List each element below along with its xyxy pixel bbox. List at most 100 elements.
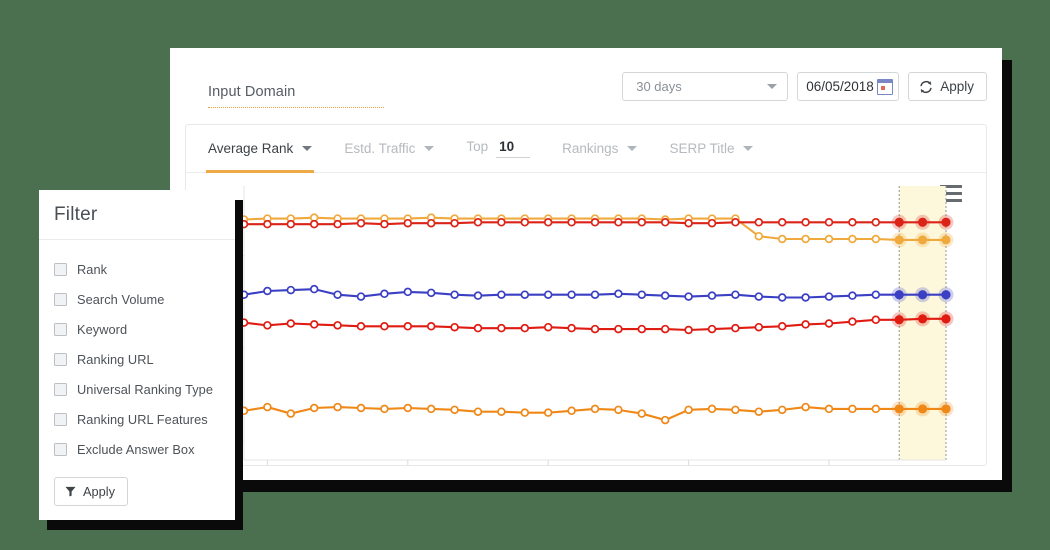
series-point <box>590 218 600 227</box>
series-point <box>380 219 389 229</box>
series-point <box>871 404 881 414</box>
filter-option-ranking-url[interactable]: Ranking URL <box>54 344 235 374</box>
top-rank-input[interactable]: 10 <box>496 139 531 158</box>
series-point <box>497 323 506 333</box>
series-point <box>356 403 366 413</box>
series-point <box>286 409 296 418</box>
series-point <box>543 408 553 417</box>
series-point <box>824 319 834 328</box>
series-point <box>333 402 342 412</box>
series-point <box>660 415 670 425</box>
series-point <box>520 290 530 299</box>
series-point <box>263 219 272 229</box>
tab-estd-traffic-label: Estd. Traffic <box>344 141 416 156</box>
series-point <box>403 218 413 228</box>
series-point <box>590 290 600 299</box>
series-point <box>473 407 483 416</box>
apply-button[interactable]: Apply <box>908 72 987 101</box>
series-point <box>473 218 483 227</box>
calendar-icon[interactable] <box>877 78 894 95</box>
filter-option-exclude-answer-box[interactable]: Exclude Answer Box <box>54 434 235 464</box>
chart-series-5 <box>239 401 954 425</box>
series-point <box>754 407 764 416</box>
series-point <box>450 290 459 299</box>
tab-estd-traffic[interactable]: Estd. Traffic <box>344 126 435 172</box>
series-point <box>894 290 904 300</box>
series-point <box>309 403 319 413</box>
series-point <box>263 321 272 330</box>
series-point <box>309 284 319 294</box>
series-point <box>543 322 553 332</box>
checkbox-icon[interactable] <box>54 382 67 396</box>
series-point <box>684 218 693 228</box>
filter-option-search-volume[interactable]: Search Volume <box>54 284 235 314</box>
series-point <box>707 218 717 228</box>
series-point <box>567 406 576 416</box>
series-point <box>614 218 623 227</box>
filter-apply-button[interactable]: Apply <box>54 477 129 506</box>
chevron-down-icon <box>424 146 435 151</box>
tab-average-rank[interactable]: Average Rank <box>205 126 315 173</box>
filter-option-ranking-url-features[interactable]: Ranking URL Features <box>54 404 235 434</box>
series-point <box>567 290 576 299</box>
series-point <box>403 322 413 331</box>
top-rank-filter[interactable]: Top 10 <box>466 139 531 158</box>
chevron-down-icon <box>767 84 778 89</box>
filter-option-universal-ranking-type[interactable]: Universal Ranking Type <box>54 374 235 404</box>
date-range-value: 30 days <box>636 79 682 94</box>
series-point <box>871 218 881 227</box>
tab-serp-title-label: SERP Title <box>669 141 735 156</box>
date-range-select[interactable]: 30 days <box>622 72 789 101</box>
series-point <box>286 319 296 328</box>
series-point <box>403 287 413 297</box>
series-point <box>684 325 693 335</box>
date-input[interactable]: 06/05/2018 <box>797 72 900 101</box>
series-point <box>848 218 857 227</box>
series-point <box>918 235 928 245</box>
series-point <box>777 218 787 227</box>
tab-rankings[interactable]: Rankings <box>562 126 638 172</box>
checkbox-icon[interactable] <box>54 322 67 336</box>
series-point <box>520 218 530 227</box>
checkbox-icon[interactable] <box>54 412 67 426</box>
checkbox-icon[interactable] <box>54 262 67 276</box>
series-point <box>824 234 834 244</box>
series-point <box>590 324 600 334</box>
filter-panel-title: Filter <box>39 190 235 240</box>
series-point <box>848 317 857 326</box>
tab-rankings-label: Rankings <box>562 141 619 156</box>
series-point <box>918 290 928 300</box>
series-point <box>637 290 647 299</box>
series-point <box>871 234 881 244</box>
series-point <box>801 234 810 244</box>
toolbar-right-controls: 30 days 06/05/2018 Apply <box>622 72 987 101</box>
tab-serp-title[interactable]: SERP Title <box>669 126 754 172</box>
checkbox-icon[interactable] <box>54 352 67 366</box>
domain-input[interactable]: Input Domain <box>208 84 384 108</box>
series-point <box>497 218 506 227</box>
checkbox-icon[interactable] <box>54 292 67 306</box>
series-point <box>754 292 764 301</box>
date-value: 06/05/2018 <box>806 79 874 94</box>
series-point <box>754 218 764 227</box>
series-point <box>426 322 436 331</box>
series-point <box>918 404 928 414</box>
filter-option-keyword[interactable]: Keyword <box>54 314 235 344</box>
series-point <box>263 286 272 296</box>
series-point <box>380 404 389 414</box>
series-point <box>824 404 834 414</box>
filter-options-list: Rank Search Volume Keyword Ranking URL Unive… <box>39 240 235 468</box>
series-point <box>777 234 787 244</box>
filter-option-label: Search Volume <box>77 291 165 307</box>
filter-option-rank[interactable]: Rank <box>54 254 235 284</box>
series-point <box>918 314 928 324</box>
series-point <box>684 405 693 415</box>
filter-option-label: Keyword <box>77 321 128 337</box>
checkbox-icon[interactable] <box>54 442 67 456</box>
series-point <box>426 218 436 228</box>
series-point <box>263 402 272 412</box>
filter-option-label: Ranking URL Features <box>77 411 208 427</box>
series-point <box>941 314 951 324</box>
chevron-down-icon <box>743 146 754 151</box>
series-point <box>497 407 506 416</box>
